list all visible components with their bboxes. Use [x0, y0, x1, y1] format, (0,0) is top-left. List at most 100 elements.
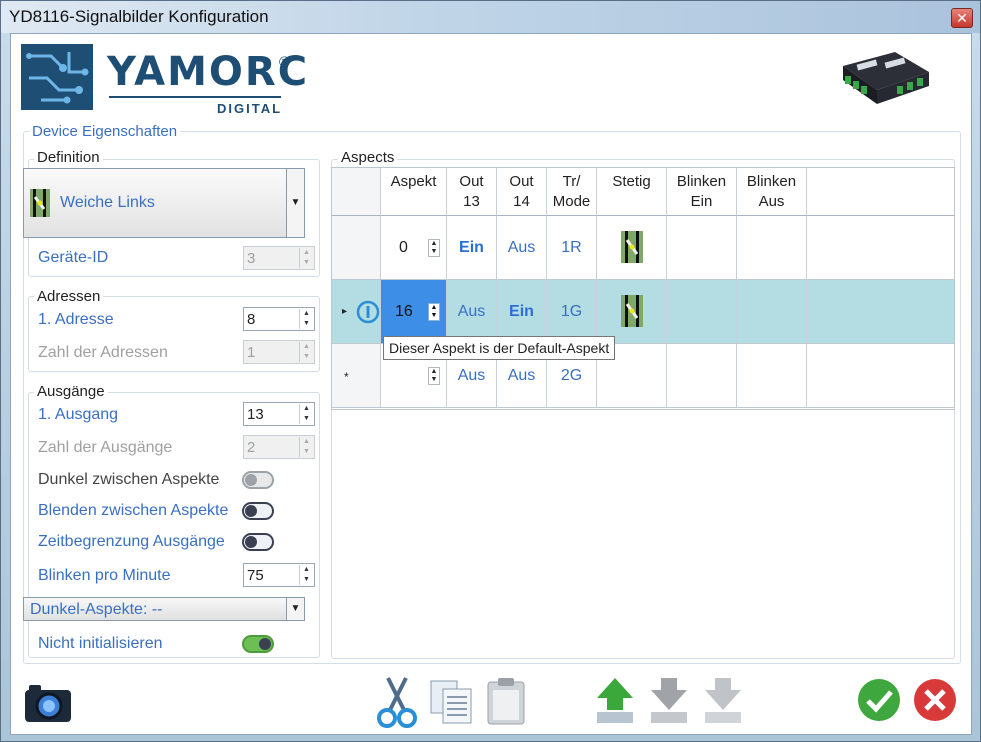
- blinken-aus-cell[interactable]: [737, 280, 807, 343]
- out13-cell[interactable]: Aus: [447, 280, 497, 343]
- out14-cell[interactable]: Aus: [497, 216, 547, 279]
- nicht-init-toggle[interactable]: [242, 635, 274, 653]
- default-info-icon[interactable]: [356, 300, 380, 324]
- first-output-value: 13: [247, 406, 264, 423]
- signal-switch-icon: [621, 231, 643, 263]
- ausgaenge-title: Ausgänge: [34, 383, 108, 400]
- scissors-icon[interactable]: [376, 676, 418, 728]
- address-count-value: 1: [247, 344, 256, 361]
- spin-down-icon[interactable]: ▼: [300, 575, 313, 585]
- out13-cell[interactable]: Ein: [447, 216, 497, 279]
- definition-selected: Weiche Links: [60, 194, 155, 211]
- close-button[interactable]: ✕: [951, 8, 973, 28]
- spin-up-icon[interactable]: ▲: [300, 565, 313, 575]
- spin-up-icon[interactable]: ▲: [300, 309, 313, 319]
- blinken-value: 75: [247, 567, 264, 584]
- dunkel-aspekte-select[interactable]: Dunkel-Aspekte: -- ▼: [23, 597, 305, 621]
- first-address-spinner[interactable]: 8 ▲ ▼: [243, 307, 315, 331]
- spin-up-icon[interactable]: ▲: [300, 404, 313, 414]
- copy-icon[interactable]: [429, 679, 473, 725]
- clipboard-icon[interactable]: [486, 676, 526, 726]
- cell-spin-icon[interactable]: ▲ ▼: [428, 303, 440, 321]
- logo-underline: [109, 96, 281, 98]
- aspects-grid[interactable]: Aspekt Out 13 Out 14 Tr/Mode Stetig Blinke…: [331, 167, 955, 410]
- spin-up-icon: ▲: [303, 343, 310, 350]
- geraete-id-value: 3: [247, 250, 256, 267]
- aspekt-cell[interactable]: 16 ▲ ▼: [381, 280, 447, 343]
- blinken-spinner[interactable]: 75 ▲ ▼: [243, 563, 315, 587]
- mode-cell[interactable]: 1G: [547, 280, 597, 343]
- row-header[interactable]: *: [332, 344, 381, 407]
- blinken-ein-cell[interactable]: [667, 280, 737, 343]
- table-row[interactable]: 0 ▲ ▼ Ein Aus 1R: [332, 216, 954, 280]
- column-header-out13[interactable]: Out 13: [447, 168, 497, 216]
- blinken-ein-cell[interactable]: [667, 344, 737, 407]
- blinken-aus-cell[interactable]: [737, 216, 807, 279]
- first-address-value: 8: [247, 311, 256, 328]
- grid-row-header-column: [332, 168, 381, 216]
- blenden-toggle[interactable]: [242, 502, 274, 520]
- column-header-stetig[interactable]: Stetig: [597, 168, 667, 216]
- spin-up-icon: ▲: [303, 438, 310, 445]
- logo-circuit-icon: [21, 44, 93, 110]
- camera-icon[interactable]: [23, 682, 73, 724]
- out14-cell[interactable]: Ein: [497, 280, 547, 343]
- new-row-marker: *: [344, 370, 349, 384]
- spin-down-icon: ▼: [303, 448, 310, 455]
- arrow-down-icon: [651, 678, 687, 723]
- signal-switch-icon: [621, 295, 643, 327]
- blinken-label: Blinken pro Minute: [38, 567, 171, 584]
- column-header-filler: [807, 168, 954, 216]
- cell-spin-icon[interactable]: ▲ ▼: [428, 367, 440, 385]
- stetig-cell[interactable]: [597, 280, 667, 343]
- arrow-down-end-icon: [705, 678, 741, 723]
- spin-down-icon: ▼: [303, 353, 310, 360]
- logo-registered: ®: [279, 54, 291, 71]
- table-row-selected[interactable]: ▸ 16 ▲ ▼ Aus Ein 1G: [332, 280, 954, 344]
- title-bar[interactable]: YD8116-Signalbilder Konfiguration ✕: [1, 1, 980, 33]
- chevron-down-icon[interactable]: ▼: [286, 598, 304, 620]
- checkmark-icon[interactable]: [857, 678, 901, 722]
- blinken-ein-cell[interactable]: [667, 216, 737, 279]
- first-output-spinner[interactable]: 13 ▲ ▼: [243, 402, 315, 426]
- dunkel-aspekte-value: Dunkel-Aspekte: --: [30, 601, 163, 618]
- aspekt-cell[interactable]: 0 ▲ ▼: [381, 216, 447, 279]
- blenden-label: Blenden zwischen Aspekte: [38, 502, 229, 519]
- column-header-mode[interactable]: Tr/Mode: [547, 168, 597, 216]
- geraete-id-label: Geräte-ID: [38, 249, 109, 266]
- address-count-label: Zahl der Adressen: [38, 344, 168, 361]
- dunkel-toggle[interactable]: [242, 471, 274, 489]
- definition-select[interactable]: Weiche Links ▼: [23, 168, 305, 238]
- default-aspect-tooltip: Dieser Aspekt is der Default-Aspekt: [383, 336, 616, 360]
- client-area: YAMORC ® DIGITAL Device Eigenschaften De…: [10, 33, 972, 735]
- device-image-icon: [843, 52, 929, 104]
- row-header[interactable]: ▸: [332, 280, 381, 343]
- column-header-out14[interactable]: Out 14: [497, 168, 547, 216]
- cell-spin-icon[interactable]: ▲ ▼: [428, 239, 440, 257]
- blinken-aus-cell[interactable]: [737, 344, 807, 407]
- column-header-blinken-ein[interactable]: Blinken Ein: [667, 168, 737, 216]
- dunkel-label: Dunkel zwischen Aspekte: [38, 471, 220, 488]
- output-count-label: Zahl der Ausgänge: [38, 439, 173, 456]
- row-header[interactable]: [332, 216, 381, 279]
- aspects-title: Aspects: [338, 149, 398, 166]
- column-header-blinken-aus[interactable]: Blinken Aus: [737, 168, 807, 216]
- stetig-cell[interactable]: [597, 216, 667, 279]
- address-count-spinner: 1 ▲ ▼: [243, 340, 315, 364]
- nicht-init-label: Nicht initialisieren: [38, 635, 163, 652]
- zeitbegrenzung-label: Zeitbegrenzung Ausgänge: [38, 533, 225, 550]
- geraete-id-spinner: 3 ▲ ▼: [243, 246, 315, 270]
- mode-cell[interactable]: 1R: [547, 216, 597, 279]
- logo-subtitle: DIGITAL: [217, 101, 283, 116]
- cancel-icon[interactable]: [913, 678, 957, 722]
- spin-down-icon[interactable]: ▼: [300, 414, 313, 424]
- column-header-aspekt[interactable]: Aspekt: [381, 168, 447, 216]
- zeitbegrenzung-toggle[interactable]: [242, 533, 274, 551]
- first-address-label: 1. Adresse: [38, 311, 114, 328]
- yamorc-logo: YAMORC ® DIGITAL: [21, 44, 307, 116]
- chevron-down-icon[interactable]: ▼: [286, 169, 304, 237]
- spin-down-icon: ▼: [303, 259, 310, 266]
- arrow-up-icon[interactable]: [595, 676, 635, 724]
- spin-up-icon: ▲: [303, 249, 310, 256]
- spin-down-icon[interactable]: ▼: [300, 319, 313, 329]
